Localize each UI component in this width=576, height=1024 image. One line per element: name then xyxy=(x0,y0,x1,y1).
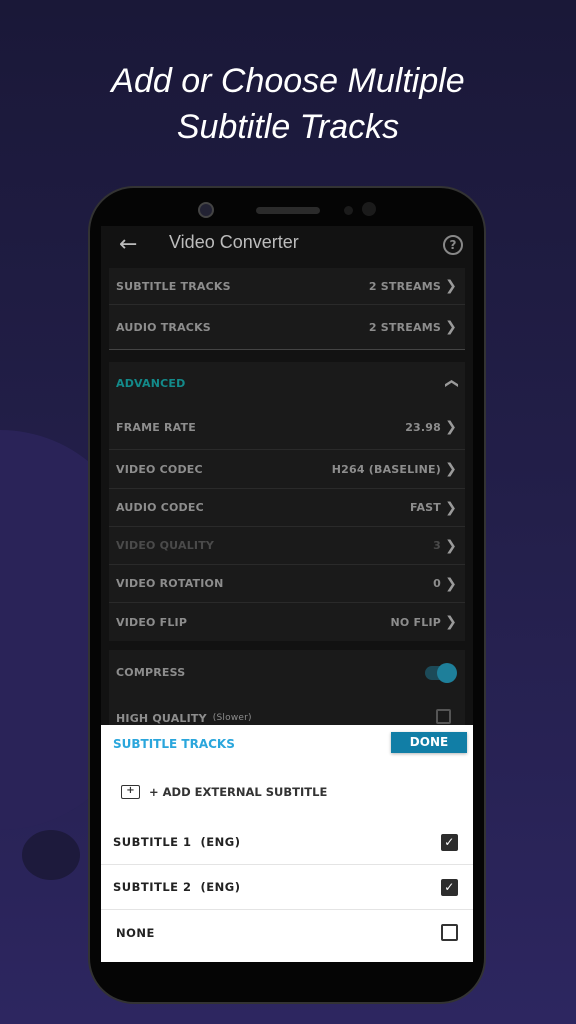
row-label: VIDEO CODEC xyxy=(116,462,203,476)
row-value: 23.98 xyxy=(405,420,441,434)
background-shape xyxy=(22,830,80,880)
add-label: + ADD EXTERNAL SUBTITLE xyxy=(149,785,328,799)
row-label: SUBTITLE TRACKS xyxy=(116,279,231,293)
chevron-right-icon: ❯ xyxy=(445,614,457,630)
subtitle-option[interactable]: SUBTITLE 1 (ENG) ✓ xyxy=(101,820,473,865)
row-video-rotation[interactable]: VIDEO ROTATION 0 ❯ xyxy=(109,565,465,603)
question-circle-icon[interactable]: ? xyxy=(443,235,463,255)
option-label: SUBTITLE 1 (ENG) xyxy=(113,835,241,849)
row-video-quality[interactable]: VIDEO QUALITY 3 ❯ xyxy=(109,527,465,565)
headline: Add or Choose Multiple Subtitle Tracks xyxy=(0,58,576,150)
advanced-label: ADVANCED xyxy=(116,377,186,390)
subtitle-option[interactable]: SUBTITLE 2 (ENG) ✓ xyxy=(101,865,473,910)
row-audio-codec[interactable]: AUDIO CODEC FAST ❯ xyxy=(109,489,465,527)
row-label: AUDIO TRACKS xyxy=(116,320,211,334)
row-value: 2 STREAMS xyxy=(368,320,441,334)
row-note: (Slower) xyxy=(212,713,252,723)
row-value: NO FLIP xyxy=(390,615,441,629)
sensor xyxy=(344,206,353,215)
high-quality-checkbox[interactable] xyxy=(436,709,451,724)
row-frame-rate[interactable]: FRAME RATE 23.98 ❯ xyxy=(109,405,465,450)
row-value: 3 xyxy=(433,539,441,552)
checkbox-unchecked[interactable] xyxy=(441,924,458,941)
headline-line-1: Add or Choose Multiple xyxy=(111,62,465,100)
row-label: VIDEO ROTATION xyxy=(116,577,224,590)
headline-line-2: Subtitle Tracks xyxy=(176,108,400,146)
row-audio-tracks[interactable]: AUDIO TRACKS 2 STREAMS ❯ xyxy=(109,305,465,350)
row-label: VIDEO QUALITY xyxy=(116,539,215,552)
chevron-right-icon: ❯ xyxy=(445,575,457,592)
speaker-grille xyxy=(256,207,320,214)
chevron-right-icon: ❯ xyxy=(445,419,457,435)
app-screen: ← Video Converter ? SUBTITLE TRACKS 2 STR… xyxy=(101,226,473,962)
row-label: VIDEO FLIP xyxy=(116,615,188,629)
sheet-title: SUBTITLE TRACKS xyxy=(113,737,235,751)
camera-icon xyxy=(198,202,214,218)
chevron-right-icon: ❯ xyxy=(445,319,457,335)
chevron-right-icon: ❯ xyxy=(445,278,457,294)
folder-plus-icon: + xyxy=(121,785,140,799)
row-video-codec[interactable]: VIDEO CODEC H264 (BASELINE) ❯ xyxy=(109,450,465,489)
chevron-right-icon: ❯ xyxy=(445,537,457,554)
row-label: COMPRESS xyxy=(116,666,186,679)
chevron-right-icon: ❯ xyxy=(445,461,457,477)
checkbox-checked[interactable]: ✓ xyxy=(441,878,458,896)
row-video-flip[interactable]: VIDEO FLIP NO FLIP ❯ xyxy=(109,603,465,641)
row-label: HIGH QUALITY xyxy=(116,712,207,725)
row-high-quality[interactable]: HIGH QUALITY (Slower) xyxy=(109,695,465,725)
row-subtitle-tracks[interactable]: SUBTITLE TRACKS 2 STREAMS ❯ xyxy=(109,268,465,305)
compress-toggle[interactable] xyxy=(425,662,457,683)
row-value: FAST xyxy=(410,501,441,514)
advanced-section-header[interactable]: ADVANCED ❯ xyxy=(109,362,465,405)
row-value: 0 xyxy=(433,577,441,590)
row-label: FRAME RATE xyxy=(116,420,196,434)
app-title: Video Converter xyxy=(169,232,299,252)
arrow-left-icon[interactable]: ← xyxy=(119,232,137,257)
subtitle-tracks-sheet: SUBTITLE TRACKS DONE + + ADD EXTERNAL SUB… xyxy=(101,725,473,962)
chevron-right-icon: ❯ xyxy=(445,499,457,516)
option-label: NONE xyxy=(116,925,155,940)
row-label: AUDIO CODEC xyxy=(116,501,204,514)
done-button[interactable]: DONE xyxy=(391,732,467,753)
subtitle-option[interactable]: NONE xyxy=(101,910,473,955)
option-label: SUBTITLE 2 (ENG) xyxy=(113,880,241,894)
add-external-subtitle-button[interactable]: + + ADD EXTERNAL SUBTITLE xyxy=(121,785,327,799)
row-value: 2 STREAMS xyxy=(368,279,441,293)
checkbox-checked[interactable]: ✓ xyxy=(441,833,458,851)
sensor xyxy=(362,202,376,216)
row-compress[interactable]: COMPRESS xyxy=(109,650,465,695)
chevron-up-icon: ❯ xyxy=(443,377,459,390)
row-value: H264 (BASELINE) xyxy=(331,462,441,476)
